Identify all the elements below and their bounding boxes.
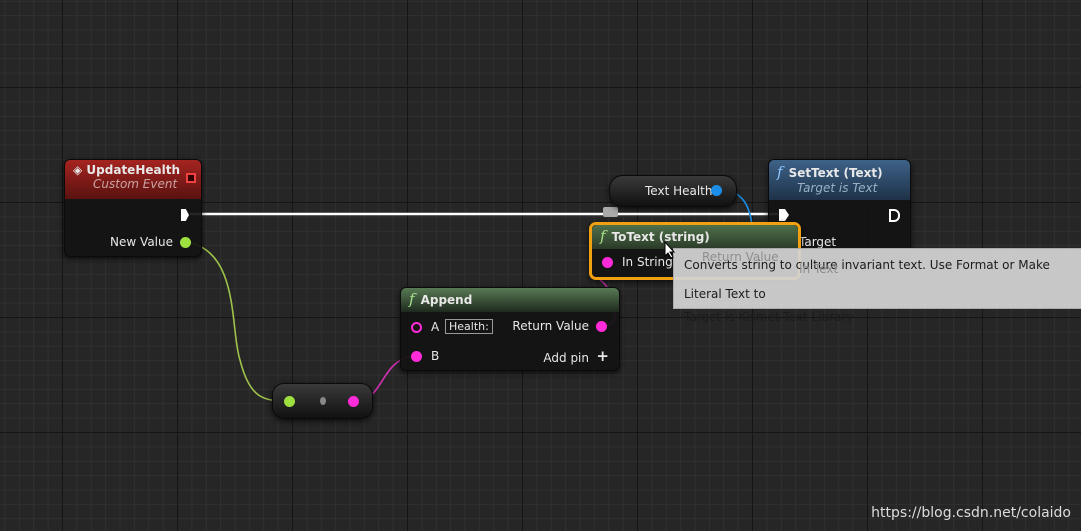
delegate-pin-icon[interactable]	[186, 173, 196, 183]
new-value-pin[interactable]	[180, 237, 191, 248]
node-header: f Append	[401, 288, 619, 312]
function-icon: f	[600, 227, 606, 245]
node-header: ◈ UpdateHealth Custom Event	[65, 160, 201, 199]
node-header: f ToText (string)	[592, 225, 798, 249]
function-icon: f	[777, 163, 783, 181]
exec-in-pin[interactable]	[779, 209, 789, 221]
event-icon: ◈	[73, 163, 83, 177]
node-header: f SetText (Text) Target is Text	[769, 160, 910, 200]
variable-label: Text Health	[645, 184, 713, 198]
add-pin-icon[interactable]: +	[596, 347, 609, 365]
update-health-node[interactable]: ◈ UpdateHealth Custom Event New Value	[64, 159, 202, 257]
exec-out-pin[interactable]	[889, 209, 900, 222]
float-to-string-conversion-node[interactable]	[272, 383, 373, 419]
node-subtitle: Custom Event	[93, 177, 178, 191]
pin-label: Return Value	[702, 250, 779, 264]
append-node[interactable]: f Append A Health: Return Value B Add pin…	[400, 287, 620, 371]
node-title: UpdateHealth	[86, 163, 180, 177]
a-pin[interactable]	[411, 322, 422, 333]
text-health-getter-node[interactable]: Text Health	[609, 175, 737, 207]
mouse-cursor-icon	[664, 241, 676, 259]
conversion-input-pin[interactable]	[284, 396, 295, 407]
b-pin[interactable]	[411, 351, 422, 362]
pin-label: In Text	[799, 262, 839, 276]
node-subtitle: Target is Text	[797, 181, 878, 195]
add-pin-button[interactable]: Add pin	[543, 351, 589, 365]
text-health-pin[interactable]	[711, 185, 722, 196]
pin-label: B	[431, 349, 440, 363]
pin-label: Target	[799, 235, 837, 249]
pin-label: Return Value	[512, 319, 589, 333]
node-title: ToText (string)	[611, 230, 710, 244]
pin-label: New Value	[110, 235, 173, 249]
float-wire[interactable]	[185, 241, 290, 402]
node-title: Append	[420, 293, 473, 307]
in-string-pin[interactable]	[602, 257, 613, 268]
watermark: https://blog.csdn.net/colaido	[871, 505, 1071, 521]
reroute-dots[interactable]	[603, 207, 618, 217]
node-title: SetText (Text)	[788, 166, 883, 180]
return-value-pin[interactable]	[596, 321, 607, 332]
function-icon: f	[409, 290, 415, 308]
conversion-dot	[320, 397, 326, 405]
tooltip-target: Target is Kismet Text Library	[684, 310, 854, 324]
exec-out-pin[interactable]	[181, 209, 189, 221]
a-value-input[interactable]: Health:	[445, 319, 493, 334]
pin-label: A	[431, 320, 440, 334]
conversion-output-pin[interactable]	[348, 396, 359, 407]
